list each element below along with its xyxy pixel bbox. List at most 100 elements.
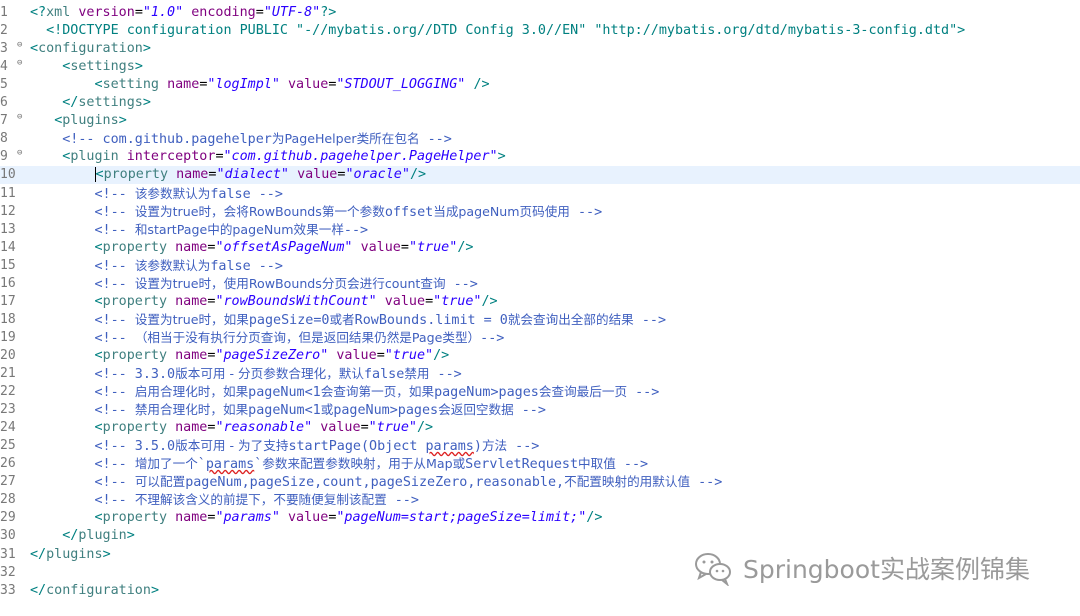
code-token: --> <box>569 204 603 220</box>
code-token: = <box>134 5 143 20</box>
line-number: 5 <box>0 77 8 93</box>
code-text: <!-- 不理解该含义的前提下，不要随便复制该配置 --> <box>30 491 419 510</box>
code-line[interactable]: 29 <property name="params" value="pageNu… <box>0 509 1080 527</box>
code-line[interactable]: 26 <!-- 增加了一个`params`参数来配置参数映射，用于从Map或Se… <box>0 455 1080 473</box>
code-token: false <box>364 367 405 382</box>
code-text: </plugin> <box>30 527 135 545</box>
line-number: 20 <box>0 347 16 363</box>
code-line[interactable]: 19 <!-- （相当于没有执行分页查询，但是返回结果仍然是Page类型）--> <box>0 329 1080 347</box>
code-line[interactable]: 25 <!-- 3.5.0版本可用 - 为了支持startPage(Object… <box>0 437 1080 455</box>
code-line[interactable]: 10 <property name="dialect" value="oracl… <box>0 166 1080 185</box>
fold-toggle-icon[interactable]: ⊖ <box>17 108 22 126</box>
watermark: Springboot实战案例锦集 <box>693 548 1030 588</box>
spellcheck-token: params <box>425 439 474 455</box>
code-token: "pageSizeZero" <box>215 347 329 363</box>
code-token: configuration <box>38 41 143 57</box>
code-line[interactable]: 5 <setting name="logImpl" value="STDOUT_… <box>0 76 1080 94</box>
code-token: false --> <box>210 186 283 202</box>
code-token: <!-- 3.3.0 <box>94 367 176 382</box>
code-token: <!-- <box>94 312 135 328</box>
code-text: <settings> <box>30 58 143 76</box>
code-text: <!-- 该参数默认为false --> <box>30 185 283 204</box>
code-line[interactable]: 22 <!-- 启用合理化时，如果pageNum<1会查询第一页，如果pageN… <box>0 383 1080 401</box>
code-token: 设置为true时，会将RowBounds第一个参数 <box>134 203 385 219</box>
code-line[interactable]: 3 ⊖ <configuration> <box>0 40 1080 58</box>
code-token: /> <box>457 239 474 255</box>
code-text: </settings> <box>30 94 151 112</box>
code-editor[interactable]: 1 <?xml version="1.0" encoding="UTF-8"?> 2… <box>0 0 1080 616</box>
code-token: <!-- <box>94 186 135 202</box>
code-token: </ <box>30 582 47 598</box>
code-line[interactable]: 16 <!-- 设置为true时，使用RowBounds分页会进行count查询… <box>0 275 1080 293</box>
code-line[interactable]: 21 <!-- 3.3.0版本可用 - 分页参数合理化，默认false禁用 --… <box>0 365 1080 383</box>
code-token: 增加了一个 <box>134 456 198 472</box>
code-line[interactable]: 4 ⊖ <settings> <box>0 58 1080 76</box>
code-token: --> <box>633 312 667 328</box>
code-token: < <box>94 293 103 309</box>
code-line[interactable]: 7 ⊖ <plugins> <box>0 112 1080 130</box>
code-token: setting <box>102 77 168 93</box>
fold-toggle-icon[interactable]: ⊖ <box>17 36 22 54</box>
code-line[interactable]: 13 <!-- 和startPage中的pageNum效果一样--> <box>0 221 1080 239</box>
code-line[interactable]: 18 <!-- 设置为true时，如果pageSize=0或者RowBounds… <box>0 311 1080 329</box>
code-token: --> <box>507 439 540 455</box>
code-text: <configuration> <box>30 40 151 58</box>
code-line[interactable]: 30 </plugin> <box>0 527 1080 545</box>
code-line[interactable]: 28 <!-- 不理解该含义的前提下，不要随便复制该配置 --> <box>0 491 1080 509</box>
code-text: <!-- 和startPage中的pageNum效果一样--> <box>30 221 369 240</box>
code-line[interactable]: 27 <!-- 可以配置pageNum,pageSize,count,pageS… <box>0 473 1080 491</box>
line-number: 16 <box>0 275 16 291</box>
code-line[interactable]: 20 <property name="pageSizeZero" value="… <box>0 347 1080 365</box>
code-text: <!-- 设置为true时，如果pageSize=0或者RowBounds.li… <box>30 311 667 330</box>
code-line[interactable]: 1 <?xml version="1.0" encoding="UTF-8"?> <box>0 4 1080 22</box>
code-line[interactable]: 8 <!-- com.github.pagehelper为PageHelper类… <box>0 130 1080 148</box>
code-token: > <box>142 95 151 111</box>
code-token: <!-- <box>94 330 135 346</box>
code-token: xml <box>46 5 79 20</box>
line-number: 17 <box>0 293 16 309</box>
code-line[interactable]: 14 <property name = "offsetAsPageNum" valu… <box>0 239 1080 257</box>
code-token: 不理解该含义的前提下，不要随便复制该配置 <box>134 492 387 508</box>
code-token: 禁用 <box>404 366 430 381</box>
code-line[interactable]: 9 ⊖ <plugin interceptor="com.github.pageh… <box>0 148 1080 166</box>
fold-toggle-icon[interactable]: ⊖ <box>17 144 22 162</box>
code-token: property <box>102 420 176 436</box>
code-token: --> <box>429 367 462 382</box>
code-line[interactable]: 11 <!-- 该参数默认为false --> <box>0 185 1080 203</box>
fold-toggle-icon[interactable]: ⊖ <box>17 54 22 72</box>
code-token: "reasonable" <box>215 420 313 436</box>
code-token: "STDOUT_LOGGING" <box>336 77 466 93</box>
code-token: settings <box>70 59 135 75</box>
code-line[interactable]: 2 <!DOCTYPE configuration PUBLIC "-//myb… <box>0 22 1080 40</box>
code-token: < <box>94 239 103 255</box>
code-line[interactable]: 6 </settings> <box>0 94 1080 112</box>
code-token: > <box>497 149 506 165</box>
code-token: "dialect" <box>216 167 289 183</box>
code-line[interactable]: 15 <!-- 该参数默认为false --> <box>0 257 1080 275</box>
code-line[interactable]: 23 <!-- 禁用合理化时，如果pageNum<1或pageNum>pages… <box>0 401 1080 419</box>
code-text: <!-- 设置为true时，会将RowBounds第一个参数offset当成pa… <box>30 203 603 222</box>
code-line[interactable]: 17 <property name = "rowBoundsWithCount" v… <box>0 293 1080 311</box>
code-text: <property name="offsetAsPageNum" value="… <box>30 239 474 257</box>
code-token: 方法 <box>481 438 508 454</box>
code-token: configuration <box>46 582 151 598</box>
code-token: value <box>384 293 426 309</box>
code-token: < <box>94 347 103 363</box>
code-line[interactable]: 24 <property name="reasonable" value="tr… <box>0 419 1080 437</box>
code-token: value <box>297 167 338 183</box>
code-token: /> <box>409 167 427 183</box>
code-line[interactable]: 12 <!-- 设置为true时，会将RowBounds第一个参数offset当… <box>0 203 1080 221</box>
code-token: ?> <box>320 5 337 20</box>
code-token: = <box>400 239 409 255</box>
code-token: <!DOCTYPE configuration PUBLIC <box>46 23 297 39</box>
line-number: 27 <box>0 474 16 490</box>
code-token: pageSize=0 <box>248 312 330 328</box>
